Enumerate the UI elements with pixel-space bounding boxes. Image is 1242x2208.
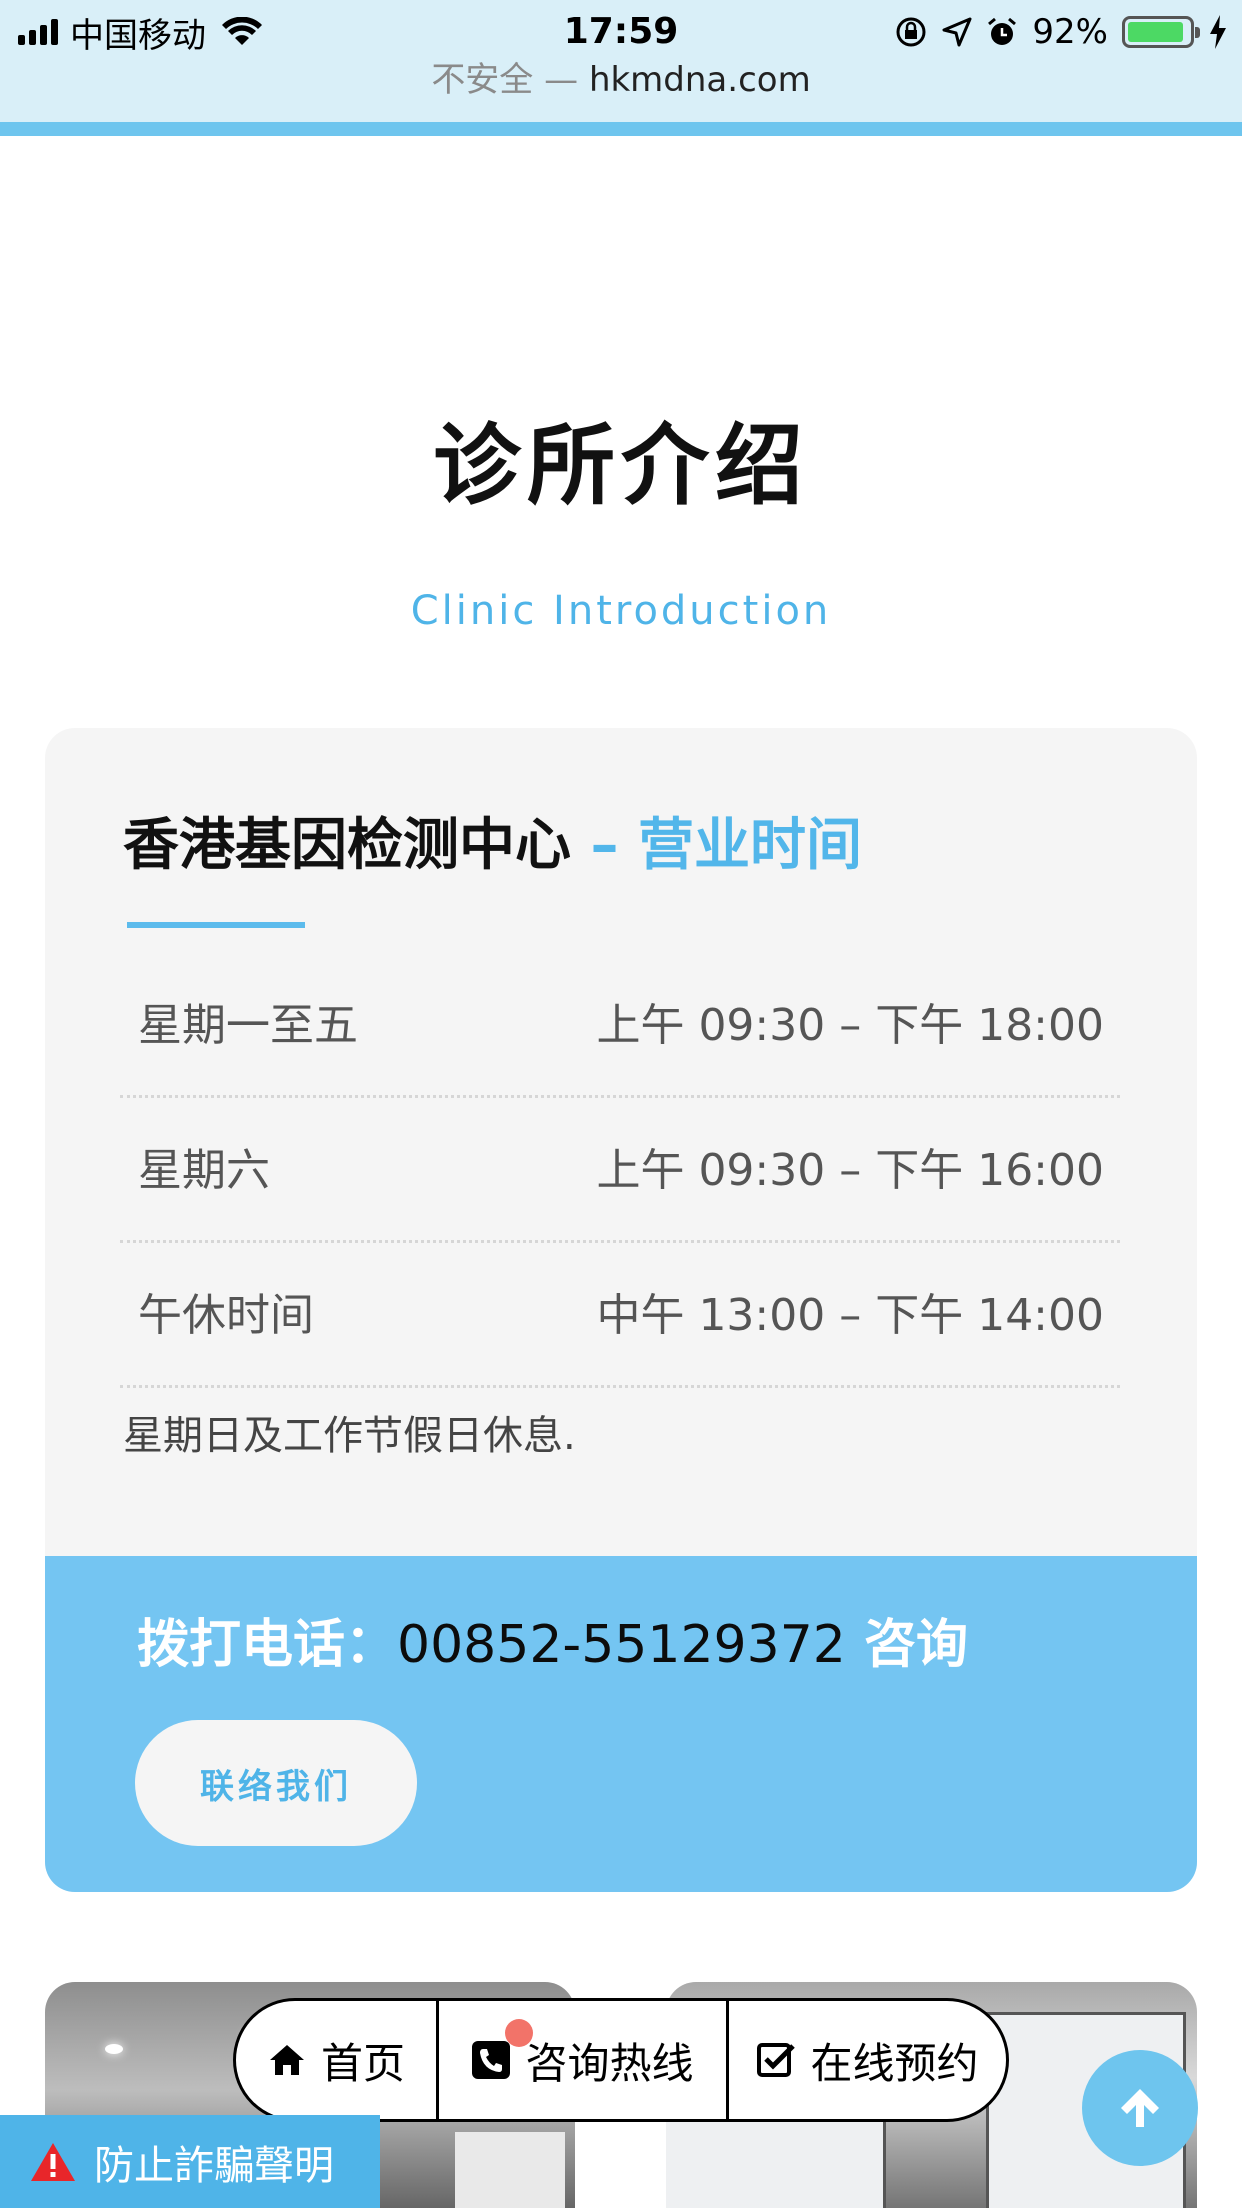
hours-day: 星期一至五: [138, 1000, 358, 1051]
fraud-notice[interactable]: 防止詐騙聲明: [0, 2115, 380, 2208]
hours-time: 中午 13:00 – 下午 14:00: [596, 1290, 1104, 1341]
nav-home[interactable]: 首页: [236, 2001, 436, 2119]
scroll-top-button[interactable]: [1082, 2050, 1198, 2166]
bottom-nav: 首页 咨询热线 在线预约: [233, 1998, 1009, 2122]
home-icon: [269, 2045, 304, 2075]
hours-row: 午休时间 中午 13:00 – 下午 14:00: [120, 1243, 1120, 1388]
opening-hours-card: 香港基因检测中心 – 营业时间 星期一至五 上午 09:30 – 下午 18:0…: [45, 728, 1197, 1892]
nav-booking[interactable]: 在线预约: [726, 2001, 1006, 2119]
warning-icon: [31, 2142, 75, 2181]
header-accent-line: [0, 122, 1242, 136]
phone-line: 拨打电话：00852-55129372 咨询: [137, 1602, 968, 1677]
hours-heading: – 营业时间: [590, 813, 863, 878]
orientation-lock-icon: [896, 17, 926, 47]
hotline-badge: [505, 2019, 533, 2047]
battery-percent: 92%: [1032, 12, 1108, 52]
contact-us-button[interactable]: 联络我们: [135, 1720, 417, 1846]
center-name: 香港基因检测中心: [123, 813, 571, 878]
phone-prefix: 拨打电话：: [137, 1615, 398, 1675]
battery-fill: [1128, 22, 1184, 42]
page-title: 诊所介绍: [432, 414, 809, 517]
hours-day: 星期六: [138, 1145, 270, 1196]
phone-icon: [472, 2041, 511, 2079]
nav-home-label: 首页: [320, 2038, 405, 2088]
location-icon: [942, 17, 972, 47]
status-right: 92%: [894, 8, 1228, 56]
title-underline: [127, 922, 305, 928]
arrow-up-icon: [1121, 2089, 1159, 2127]
ceiling-light: [105, 2044, 123, 2054]
page-subtitle: Clinic Introduction: [410, 588, 832, 634]
closed-note: 星期日及工作节假日休息.: [123, 1413, 576, 1459]
alarm-icon: [988, 17, 1017, 45]
charging-bolt-icon: [1210, 15, 1226, 49]
fraud-notice-label: 防止詐騙聲明: [94, 2142, 334, 2189]
hours-time: 上午 09:30 – 下午 18:00: [596, 1000, 1104, 1051]
url-host: hkmdna.com: [588, 60, 811, 100]
address-bar[interactable]: 不安全 — hkmdna.com: [0, 56, 1242, 104]
phone-number[interactable]: 00852-55129372: [397, 1615, 846, 1675]
status-bar: 中国移动 17:59 92% 不安全 — hkmdna.com: [0, 0, 1242, 136]
hours-time: 上午 09:30 – 下午 16:00: [596, 1145, 1104, 1196]
hours-day: 午休时间: [138, 1290, 314, 1341]
phone-suffix: 咨询: [845, 1615, 968, 1675]
nav-hotline[interactable]: 咨询热线: [436, 2001, 726, 2119]
nav-hotline-label: 咨询热线: [525, 2038, 694, 2088]
contact-panel: 拨打电话：00852-55129372 咨询 联络我们: [45, 1556, 1197, 1892]
doorway: [455, 2132, 565, 2208]
nav-booking-label: 在线预约: [810, 2038, 979, 2088]
battery-icon: [1122, 16, 1200, 48]
checkbox-icon: [757, 2043, 796, 2077]
card-title: 香港基因检测中心 – 营业时间: [123, 800, 862, 881]
hours-row: 星期一至五 上午 09:30 – 下午 18:00: [120, 953, 1120, 1098]
insecure-label: 不安全 —: [431, 60, 579, 100]
hours-row: 星期六 上午 09:30 – 下午 16:00: [120, 1098, 1120, 1243]
